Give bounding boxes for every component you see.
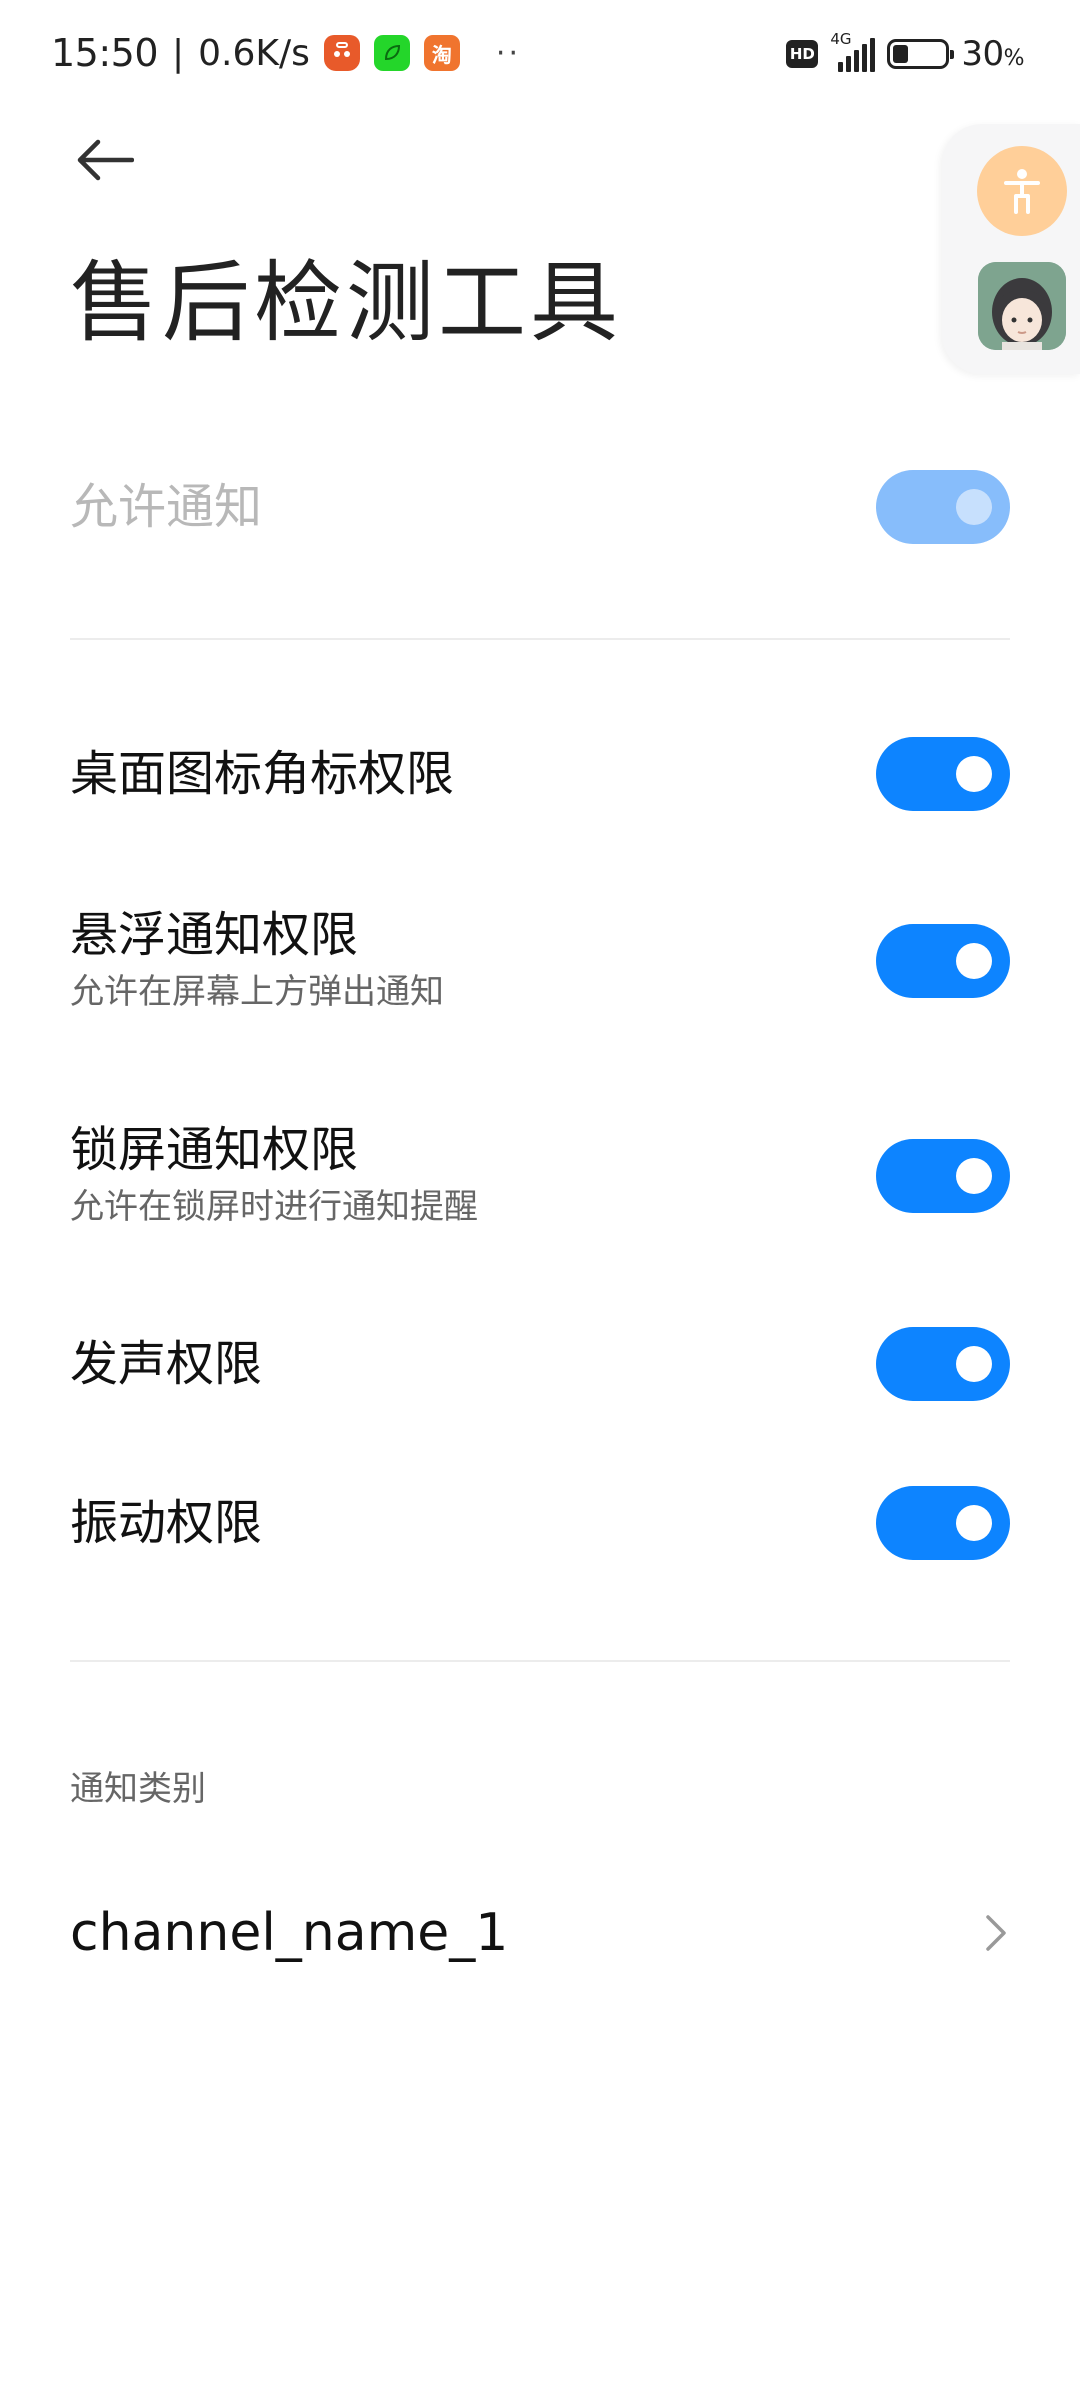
- badge-permission-row[interactable]: 桌面图标角标权限: [70, 737, 1010, 811]
- floating-side-panel: [942, 124, 1080, 374]
- lockscreen-notification-label: 锁屏通知权限: [70, 1122, 359, 1178]
- floating-notification-subtitle: 允许在屏幕上方弹出通知: [70, 972, 444, 1012]
- channel-name-label: channel_name_1: [70, 1903, 509, 1963]
- toggle-knob: [956, 1505, 992, 1541]
- notification-categories-header: 通知类别: [70, 1769, 206, 1809]
- floating-notification-toggle[interactable]: [876, 924, 1010, 998]
- network-speed: 0.6K/s: [198, 32, 310, 74]
- lockscreen-notification-subtitle: 允许在锁屏时进行通知提醒: [70, 1187, 478, 1227]
- battery-icon: [887, 39, 955, 69]
- lockscreen-notification-toggle[interactable]: [876, 1139, 1010, 1213]
- status-bar: 15:50 | 0.6K/s 淘 ·· HD 4G 30%: [0, 0, 1080, 105]
- badge-permission-toggle[interactable]: [876, 737, 1010, 811]
- accessibility-icon: [1004, 169, 1040, 214]
- sound-permission-row[interactable]: 发声权限: [70, 1327, 1010, 1401]
- network-type-label: 4G: [830, 30, 852, 48]
- badge-permission-label: 桌面图标角标权限: [70, 746, 455, 802]
- sound-permission-toggle[interactable]: [876, 1327, 1010, 1401]
- toggle-knob: [956, 943, 992, 979]
- battery-percentage: 30%: [961, 34, 1024, 74]
- chevron-right-icon: [986, 1915, 1006, 1951]
- sound-permission-label: 发声权限: [70, 1336, 263, 1392]
- divider: [70, 638, 1010, 640]
- back-button[interactable]: [70, 130, 140, 190]
- taobao-icon: 淘: [423, 35, 460, 71]
- status-time: 15:50: [51, 31, 159, 75]
- toggle-knob: [956, 1158, 992, 1194]
- status-separator: |: [172, 32, 185, 74]
- status-right: HD 4G 30%: [786, 30, 1025, 78]
- accessibility-button[interactable]: [977, 146, 1067, 236]
- allow-notifications-toggle: [876, 470, 1010, 544]
- floating-notification-label: 悬浮通知权限: [70, 907, 359, 963]
- allow-notifications-label: 允许通知: [70, 479, 263, 535]
- page-title: 售后检测工具: [70, 251, 623, 354]
- status-left: 15:50 | 0.6K/s 淘 ··: [51, 26, 521, 80]
- avatar-illustration: [978, 262, 1066, 350]
- lockscreen-notification-row[interactable]: 锁屏通知权限 允许在锁屏时进行通知提醒: [70, 1120, 1010, 1230]
- back-arrow-icon: [77, 139, 134, 181]
- channel-row[interactable]: channel_name_1: [70, 1893, 1010, 1973]
- more-notifications-dots: ··: [495, 35, 521, 71]
- hd-voice-icon: HD: [786, 40, 819, 68]
- vibration-permission-row[interactable]: 振动权限: [70, 1486, 1010, 1560]
- allow-notifications-row: 允许通知: [70, 470, 1010, 544]
- floating-notification-row[interactable]: 悬浮通知权限 允许在屏幕上方弹出通知: [70, 905, 1010, 1015]
- toggle-knob: [956, 1346, 992, 1382]
- toggle-knob: [956, 756, 992, 792]
- shopping-bag-icon: [323, 35, 360, 71]
- vibration-permission-toggle[interactable]: [876, 1486, 1010, 1560]
- divider: [70, 1660, 1010, 1662]
- avatar[interactable]: [978, 262, 1066, 350]
- signal-strength-icon: 4G: [830, 30, 876, 72]
- toggle-knob: [956, 489, 992, 525]
- green-app-icon: [373, 35, 410, 71]
- vibration-permission-label: 振动权限: [70, 1495, 263, 1551]
